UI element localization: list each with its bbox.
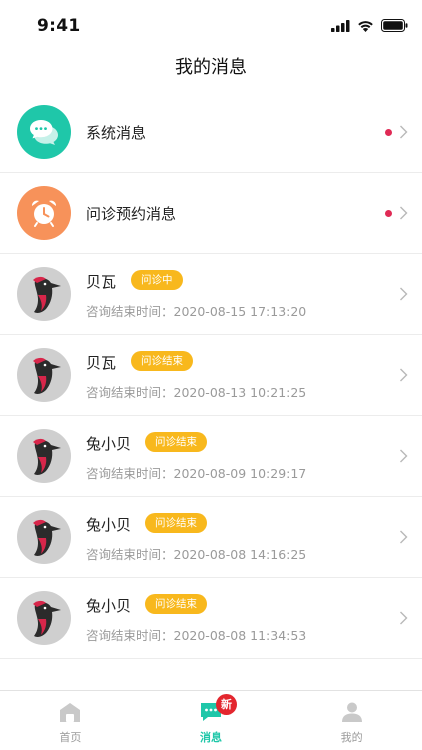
home-icon [60,703,81,722]
message-title: 系统消息 [86,124,147,142]
avatar [17,429,71,483]
list-item-consultation[interactable]: 贝瓦 问诊中 咨询结束时间：2020-08-15 17:13:20 [0,254,422,335]
tab-messages[interactable]: 消息 [141,691,282,750]
consult-end-time: 咨询结束时间：2020-08-15 17:13:20 [86,304,307,319]
doctor-name: 贝瓦 [86,354,117,372]
list-item-consultation[interactable]: 兔小贝 问诊结束 咨询结束时间：2020-08-08 11:34:53 [0,578,422,659]
chevron-right-icon [400,125,408,139]
consult-end-time: 咨询结束时间：2020-08-08 11:34:53 [86,628,307,643]
woodpecker-logo-icon [33,438,61,475]
chevron-right-icon [400,530,408,544]
unread-dot [385,129,392,136]
avatar [17,267,71,321]
page-title: 我的消息 [175,57,247,78]
avatar [17,591,71,645]
tab-profile[interactable]: 我的 [281,691,422,750]
chevron-right-icon [400,287,408,301]
list-item-appointment-messages[interactable]: 问诊预约消息 [0,173,422,254]
doctor-name: 兔小贝 [86,597,132,615]
battery-icon [381,19,408,32]
status-badge: 问诊结束 [145,432,207,452]
message-title: 问诊预约消息 [86,205,177,223]
woodpecker-logo-icon [33,357,61,394]
unread-dot [385,210,392,217]
list-item-consultation[interactable]: 贝瓦 问诊结束 咨询结束时间：2020-08-13 10:21:25 [0,335,422,416]
woodpecker-logo-icon [33,276,61,313]
chevron-right-icon [400,611,408,625]
chat-bubbles-icon [30,120,58,145]
status-badge: 问诊结束 [145,513,207,533]
woodpecker-logo-icon [33,600,61,637]
avatar [17,510,71,564]
message-list: 系统消息 问诊预约消息 贝瓦 问诊中 咨询结束时间：2020-08-15 17:… [0,92,422,659]
signal-icon [331,19,350,32]
page-header: 我的消息 [0,50,422,90]
new-badge: 新 [216,694,237,715]
status-badge: 问诊结束 [131,351,193,371]
tab-label: 我的 [340,731,363,744]
status-bar: 9:41 [0,0,422,50]
doctor-name: 兔小贝 [86,516,132,534]
consult-end-time: 咨询结束时间：2020-08-08 14:16:25 [86,547,307,562]
avatar [17,348,71,402]
alarm-clock-icon [31,200,57,227]
list-item-consultation[interactable]: 兔小贝 问诊结束 咨询结束时间：2020-08-08 14:16:25 [0,497,422,578]
status-badge: 问诊中 [131,270,183,290]
chevron-right-icon [400,449,408,463]
tab-label: 消息 [200,731,222,744]
list-item-consultation[interactable]: 兔小贝 问诊结束 咨询结束时间：2020-08-09 10:29:17 [0,416,422,497]
doctor-name: 兔小贝 [86,435,132,453]
consult-end-time: 咨询结束时间：2020-08-09 10:29:17 [86,466,307,481]
appointment-message-avatar [17,186,71,240]
user-icon [341,702,362,722]
consult-end-time: 咨询结束时间：2020-08-13 10:21:25 [86,385,307,400]
doctor-name: 贝瓦 [86,273,117,291]
status-icons [331,19,408,32]
system-message-avatar [17,105,71,159]
tab-label: 首页 [59,731,82,744]
wifi-icon [358,20,373,32]
woodpecker-logo-icon [33,519,61,556]
status-badge: 问诊结束 [145,594,207,614]
bottom-tab-bar: 首页 消息 我的 [0,690,422,750]
list-item-system-messages[interactable]: 系统消息 [0,92,422,173]
chevron-right-icon [400,206,408,220]
status-time: 9:41 [37,16,81,36]
chevron-right-icon [400,368,408,382]
tab-home[interactable]: 首页 [0,691,141,750]
